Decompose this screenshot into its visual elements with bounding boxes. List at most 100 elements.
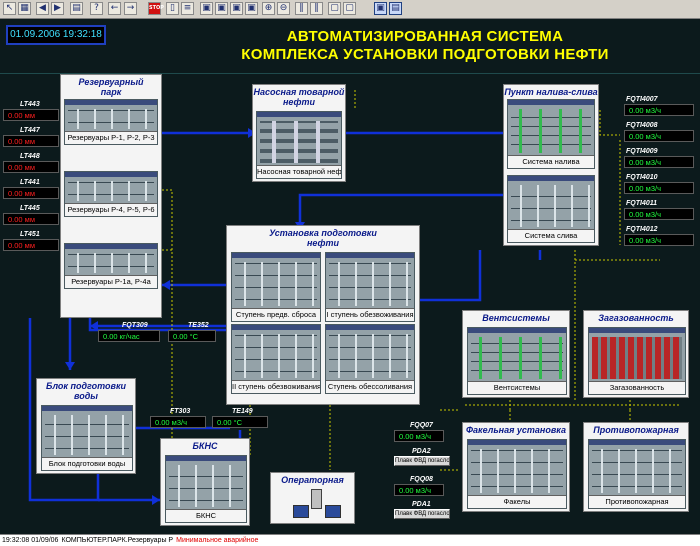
reservoirs-1-3-thumbnail[interactable]: Резервуары Р-1, Р-2, Р-3 [64,99,158,145]
sensor-tag: LT447 [20,127,40,134]
sensor-value[interactable]: 0.00 °C [168,330,216,342]
desalting-stage-thumbnail[interactable]: Ступень обессоливания [325,324,415,394]
sensor-value[interactable]: 0.00 мм [3,213,59,225]
loading-system-thumbnail[interactable]: Система налива [507,99,595,169]
sensor-tag: LT441 [20,179,40,186]
sensor-tag: FQQ07 [410,422,433,429]
status-source: КОМПЬЮТЕР.ПАРК.Резервуары Р [61,537,174,544]
computer-icon [325,505,341,518]
pump-station-thumbnail[interactable]: Насосная товарной нефти [256,111,342,179]
thumbnail-caption: Система слива [508,229,594,242]
thumbnail-caption: Резервуары Р-4, Р-5, Р-6 [65,203,157,216]
sensor-value[interactable]: 0.00 °C [212,416,268,428]
panel-title: Вентсистемы [482,313,550,323]
sensor-value[interactable]: 0.00 м3/ч [624,130,694,142]
sensor-value[interactable]: 0.00 м3/ч [394,430,444,442]
panel-title: Операторная [281,475,344,485]
sensor-value[interactable]: 0.00 мм [3,135,59,147]
sensor-tag: LT445 [20,205,40,212]
sensor-value[interactable]: 0.00 м3/ч [394,484,444,496]
panel-title: Пункт налива-слива [504,87,598,97]
gas-contamination-panel: Загазованность Загазованность [583,310,689,398]
thumbnail-caption: Резервуары Р-1, Р-2, Р-3 [65,131,157,144]
thumbnail-caption: I ступень обезвоживания [326,308,414,321]
unloading-system-thumbnail[interactable]: Система слива [507,175,595,243]
thumbnail-caption: БКНС [166,509,246,522]
reservoirs-1a-4a-thumbnail[interactable]: Резервуары Р-1а, Р-4а [64,243,158,289]
sensor-tag: FQTI4011 [626,200,657,207]
ventilation-panel: Вентсистемы Вентсистемы [462,310,570,398]
dehydration-stage-2-thumbnail[interactable]: II ступень обезвоживания [231,324,321,394]
thumbnail-caption: Блок подготовки воды [42,457,132,470]
sensor-tag: LT448 [20,153,40,160]
sensor-tag: FQTI4009 [626,148,658,155]
flare-status-button[interactable]: Плавк ФВД погасло [394,456,450,466]
thumbnail-caption: Ступень обессоливания [326,380,414,393]
sensor-tag: FQTI4012 [626,226,658,233]
thumbnail-caption: Система налива [508,155,594,168]
reservoir-park-panel: Резервуарный парк Резервуары Р-1, Р-2, Р-… [60,74,162,318]
flares-thumbnail[interactable]: Факелы [467,439,567,509]
page-title-line2: КОМПЛЕКСА УСТАНОВКИ ПОДГОТОВКИ НЕФТИ [241,46,609,63]
thumbnail-caption: Вентсистемы [468,381,566,394]
gas-contamination-thumbnail[interactable]: Загазованность [588,327,686,395]
sensor-tag: TE149 [232,408,253,415]
sensor-tag: TE352 [188,322,209,329]
sensor-value[interactable]: 0.00 м3/ч [624,104,694,116]
thumbnail-caption: Противопожарная [589,495,685,508]
panel-title: Насосная товарной нефти [253,87,345,107]
sensor-tag: FQTI4008 [626,122,658,129]
operator-room-panel[interactable]: Операторная [270,472,355,524]
sensor-tag: FQT309 [122,322,148,329]
sensor-value[interactable]: 0.00 мм [3,161,59,173]
dehydration-stage-1-thumbnail[interactable]: I ступень обезвоживания [325,252,415,322]
bkns-thumbnail[interactable]: БКНС [165,455,247,523]
reservoirs-4-6-thumbnail[interactable]: Резервуары Р-4, Р-5, Р-6 [64,171,158,217]
thumbnail-caption: Резервуары Р-1а, Р-4а [65,275,157,288]
fire-protection-thumbnail[interactable]: Противопожарная [588,439,686,509]
sensor-tag: LT443 [20,101,40,108]
sensor-value[interactable]: 0.00 кг/час [98,330,160,342]
alarm-status-bar[interactable]: 19:32:08 01/09/06 КОМПЬЮТЕР.ПАРК.Резервуа… [0,534,700,546]
sensor-tag: FT303 [170,408,191,415]
thumbnail-caption: Загазованность [589,381,685,394]
sensor-value[interactable]: 0.00 мм [3,187,59,199]
water-prep-thumbnail[interactable]: Блок подготовки воды [41,405,133,471]
scada-screen: ↖ ▦ ◀ ▶ ▤ ? ← → STOP ▯ ≡ ▣ ▣ ▣ ▣ ⊕ ⊖ ‖ ‖… [0,0,700,546]
sensor-value[interactable]: 0.00 м3/ч [624,182,694,194]
thumbnail-caption: II ступень обезвоживания [232,380,320,393]
pump-station-panel: Насосная товарной нефти Насосная товарной… [252,84,346,182]
ventilation-thumbnail[interactable]: Вентсистемы [467,327,567,395]
oil-prep-unit-panel: Установка подготовки нефти Ступень предв.… [226,225,420,405]
fire-protection-panel: Противопожарная Противопожарная [583,422,689,512]
loading-point-panel: Пункт налива-слива Система налива Систем… [503,84,599,246]
panel-title: Противопожарная [593,425,679,435]
sensor-value[interactable]: 0.00 м3/ч [150,416,206,428]
sensor-tag: PDA1 [412,501,431,508]
water-prep-unit-panel: Блок подготовки воды Блок подготовки воды [36,378,136,474]
status-alarm-message: Минимальное аварийное [176,537,259,544]
server-icon [311,489,322,509]
computer-icon [293,505,309,518]
thumbnail-caption: Факелы [468,495,566,508]
panel-title: Загазованность [598,313,674,323]
thumbnail-caption: Насосная товарной нефти [257,165,341,178]
panel-title: Факельная установка [466,425,566,435]
flare-unit-panel: Факельная установка Факелы [462,422,570,512]
page-title-line1: АВТОМАТИЗИРОВАННАЯ СИСТЕМА [286,28,564,45]
panel-title: Блок подготовки воды [45,381,127,401]
sensor-value[interactable]: 0.00 м3/ч [624,234,694,246]
sensor-value[interactable]: 0.00 мм [3,239,59,251]
sensor-value[interactable]: 0.00 м3/ч [624,208,694,220]
bkns-panel: БКНС БКНС [160,438,250,526]
panel-title: Резервуарный парк [78,77,144,97]
status-time: 19:32:08 01/09/06 [2,537,59,544]
sensor-tag: PDA2 [412,448,431,455]
sensor-value[interactable]: 0.00 м3/ч [624,156,694,168]
pre-discharge-stage-thumbnail[interactable]: Ступень предв. сброса [231,252,321,322]
sensor-tag: FQTI4007 [626,96,658,103]
flare-status-button[interactable]: Плавк ФВД погасло [394,509,450,519]
sensor-value[interactable]: 0.00 мм [3,109,59,121]
thumbnail-caption: Ступень предв. сброса [232,308,320,321]
sensor-tag: FQQ08 [410,476,433,483]
